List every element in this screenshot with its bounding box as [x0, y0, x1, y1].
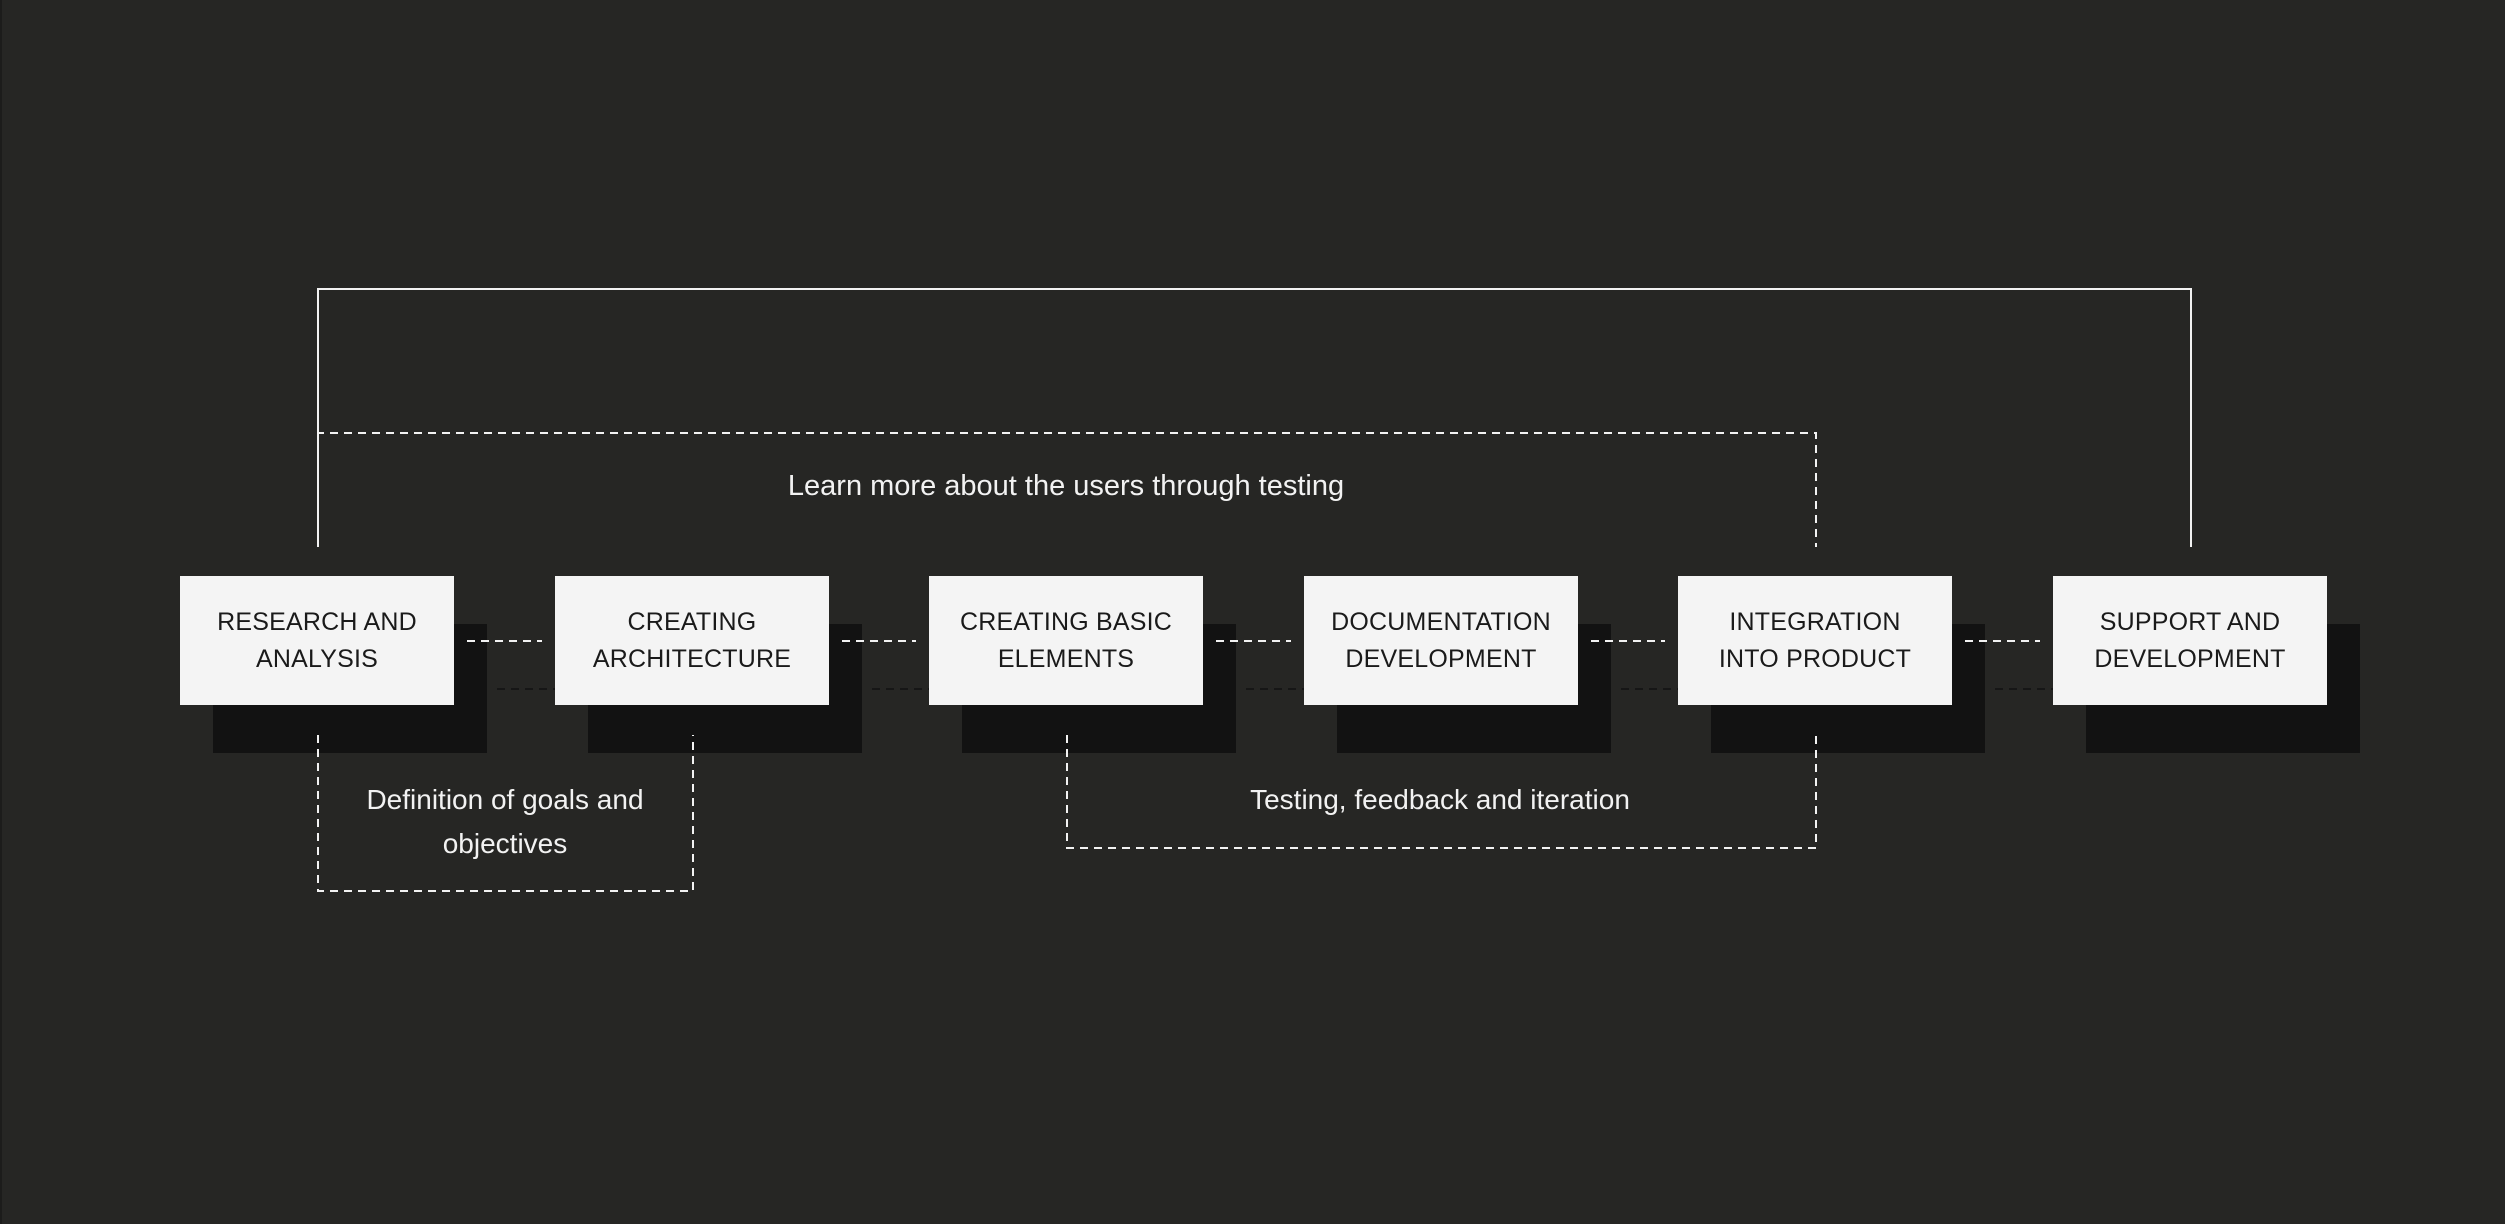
user-testing-loop-label: Learn more about the users through testi…: [787, 470, 1345, 502]
step-label: CREATING BASIC ELEMENTS: [959, 607, 1173, 673]
goals-loop-label: Definition of goals and objectives: [366, 784, 644, 859]
step-label: DOCUMENTATION DEVELOPMENT: [1331, 607, 1551, 673]
step-box-support[interactable]: SUPPORT AND DEVELOPMENT: [2053, 576, 2327, 705]
step-label: CREATING ARCHITECTURE: [592, 607, 792, 673]
step-box-architecture[interactable]: CREATING ARCHITECTURE: [555, 576, 829, 705]
step-label: SUPPORT AND DEVELOPMENT: [2094, 607, 2286, 673]
step-box-documentation[interactable]: DOCUMENTATION DEVELOPMENT: [1304, 576, 1578, 705]
step-box-research[interactable]: RESEARCH AND ANALYSIS: [180, 576, 454, 705]
step-label: RESEARCH AND ANALYSIS: [217, 607, 417, 673]
outer-loop-line: [317, 288, 2192, 547]
step-box-basic-elements[interactable]: CREATING BASIC ELEMENTS: [929, 576, 1203, 705]
step-label: INTEGRATION INTO PRODUCT: [1718, 607, 1912, 673]
testing-loop-label: Testing, feedback and iteration: [1250, 784, 1630, 815]
process-diagram: RESEARCH AND ANALYSIS CREATING ARCHITECT…: [0, 0, 2505, 1224]
step-box-integration[interactable]: INTEGRATION INTO PRODUCT: [1678, 576, 1952, 705]
